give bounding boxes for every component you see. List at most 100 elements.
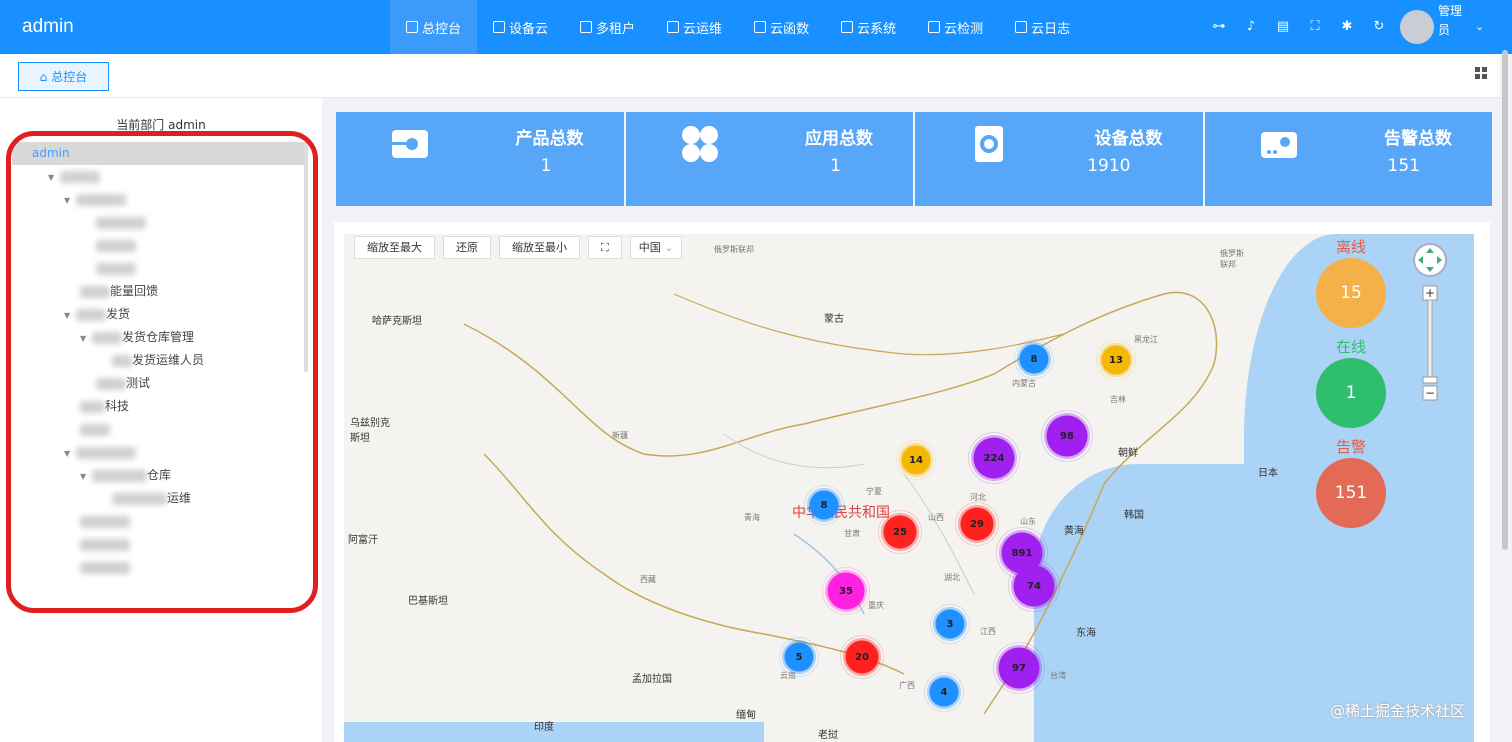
map-control-button[interactable]: 缩放至最小	[499, 236, 580, 259]
tree-node[interactable]: 科技	[12, 395, 306, 418]
page-scrollbar[interactable]	[1502, 50, 1508, 550]
device-cluster-marker[interactable]: 97	[993, 642, 1045, 694]
svg-text:−: −	[1425, 386, 1435, 400]
device-map[interactable]: 缩放至最大 还原 缩放至最小 ⛶ 中国 ⌄ 哈萨克斯坦 蒙古 乌兹别克 斯坦 阿富汗 巴基斯坦印…	[344, 234, 1474, 742]
stat-card[interactable]: 应用总数 1	[625, 112, 913, 206]
nav-item-4[interactable]: 云函数	[738, 0, 825, 54]
device-cluster-marker[interactable]: 74	[1008, 560, 1060, 612]
device-cluster-marker[interactable]: 29	[955, 502, 999, 546]
nav-item-0[interactable]: 总控台	[390, 0, 478, 54]
map-place-label: 哈萨克斯坦	[372, 316, 422, 327]
device-cluster-marker[interactable]: 224	[968, 432, 1020, 484]
device-cluster-marker[interactable]: 20	[840, 635, 884, 679]
redacted-text	[76, 193, 126, 206]
stat-value: 1910	[1087, 156, 1131, 176]
tree-scrollbar[interactable]	[304, 142, 308, 372]
nav-label: 总控台	[422, 21, 462, 37]
device-cluster-marker[interactable]: 14	[896, 440, 936, 480]
caret-down-icon[interactable]: ▼	[80, 327, 92, 350]
device-cluster-marker[interactable]: 35	[822, 567, 870, 615]
nav-item-3[interactable]: 云运维	[651, 0, 738, 54]
legend-count-circle[interactable]: 15	[1316, 258, 1386, 328]
tree-node[interactable]	[12, 533, 306, 556]
device-cluster-marker[interactable]: 5	[779, 637, 819, 677]
nav-item-1[interactable]: 设备云	[477, 0, 564, 54]
translate-icon[interactable]: ✱	[1338, 17, 1356, 35]
document-icon[interactable]: ▤	[1274, 17, 1292, 35]
nav-label: 设备云	[509, 21, 549, 37]
map-place-label: 阿富汗	[348, 535, 378, 546]
tree-node[interactable]: ▼ 发货	[12, 303, 306, 326]
tree-node[interactable]	[12, 211, 306, 234]
username[interactable]: 管理员	[1438, 2, 1468, 40]
map-place-label: 韩国	[1124, 510, 1144, 521]
avatar[interactable]	[1400, 10, 1434, 44]
caret-down-icon[interactable]: ▼	[80, 465, 92, 488]
tree-node[interactable]	[12, 234, 306, 257]
map-place-label: 新疆	[612, 431, 628, 440]
caret-down-icon[interactable]: ▼	[64, 304, 76, 327]
fullscreen-icon[interactable]: ⛶	[588, 236, 622, 259]
tags-view-bar: ⌂ 总控台	[0, 54, 1500, 98]
tree-node[interactable]: 能量回馈	[12, 280, 306, 303]
bell-icon[interactable]: ♪	[1242, 17, 1260, 35]
redacted-text	[80, 515, 130, 528]
refresh-icon[interactable]: ↻	[1370, 17, 1388, 35]
tree-node[interactable]: 发货运维人员	[12, 349, 306, 372]
zoom-control[interactable]: + −	[1412, 242, 1448, 412]
caret-down-icon[interactable]: ▼	[64, 189, 76, 212]
stat-label: 设备总数	[1094, 129, 1163, 149]
tree-node[interactable]	[12, 257, 306, 280]
legend-count-circle[interactable]: 1	[1316, 358, 1386, 428]
tree-node[interactable]: admin	[12, 142, 306, 165]
tree-node[interactable]	[12, 510, 306, 533]
tree-node[interactable]: ▼	[12, 441, 306, 464]
map-place-label: 山西	[928, 513, 944, 522]
redacted-text	[92, 469, 147, 482]
device-cluster-marker[interactable]: 3	[930, 604, 970, 644]
tag-dashboard[interactable]: ⌂ 总控台	[18, 62, 109, 91]
map-place-label: 重庆	[868, 601, 884, 610]
region-select[interactable]: 中国 ⌄	[629, 236, 683, 259]
fullscreen-icon[interactable]: ⛶	[1306, 17, 1324, 35]
redacted-text	[96, 216, 146, 229]
device-cluster-marker[interactable]: 98	[1041, 410, 1093, 462]
device-cluster-marker[interactable]: 13	[1096, 340, 1136, 380]
device-cluster-marker[interactable]: 4	[924, 672, 964, 712]
tree-node[interactable]	[12, 418, 306, 441]
tree-node[interactable]: 测试	[12, 372, 306, 395]
caret-down-icon[interactable]: ▼	[64, 442, 76, 465]
nav-item-5[interactable]: 云系统	[825, 0, 912, 54]
stats-row: 产品总数 1 应用总数 1 设备总数 1910 告警总数 151	[336, 112, 1492, 206]
tree-node-label: 运维	[167, 491, 192, 505]
alarm-icon	[1259, 124, 1299, 164]
product-icon	[390, 124, 430, 164]
grid-icon[interactable]	[1475, 67, 1487, 79]
stat-card[interactable]: 设备总数 1910	[915, 112, 1203, 206]
chevron-down-icon[interactable]: ⌄	[1475, 20, 1484, 33]
dept-sidebar: 当前部门 admin admin ▼ ▼ 能量回馈 ▼ 发货 ▼ 发货仓库管理 发货运维人员 测试…	[0, 98, 322, 742]
caret-down-icon[interactable]: ▼	[48, 166, 60, 189]
tree-node[interactable]: ▼ 仓库	[12, 464, 306, 487]
sitemap-icon[interactable]: ⊶	[1210, 17, 1228, 35]
tree-node[interactable]: ▼ 发货仓库管理	[12, 326, 306, 349]
tree-node[interactable]: 运维	[12, 487, 306, 510]
nav-item-2[interactable]: 多租户	[564, 0, 651, 54]
redacted-text	[96, 377, 126, 390]
nav-item-6[interactable]: 云检测	[912, 0, 999, 54]
tree-node[interactable]: ▼	[12, 165, 306, 188]
cloud-icon	[667, 21, 680, 33]
legend-count-circle[interactable]: 151	[1316, 458, 1386, 528]
app-brand[interactable]: admin	[22, 16, 74, 38]
map-place-label: 蒙古	[824, 314, 844, 325]
stat-card[interactable]: 产品总数 1	[336, 112, 624, 206]
device-cluster-marker[interactable]: 25	[878, 510, 922, 554]
tree-node[interactable]	[12, 556, 306, 579]
map-control-button[interactable]: 还原	[443, 236, 491, 259]
device-cluster-marker[interactable]: 8	[804, 485, 844, 525]
tree-node[interactable]: ▼	[12, 188, 306, 211]
stat-card[interactable]: 告警总数 151	[1204, 112, 1492, 206]
nav-item-7[interactable]: 云日志	[999, 0, 1086, 54]
map-control-button[interactable]: 缩放至最大	[354, 236, 435, 259]
device-cluster-marker[interactable]: 8	[1014, 339, 1054, 379]
